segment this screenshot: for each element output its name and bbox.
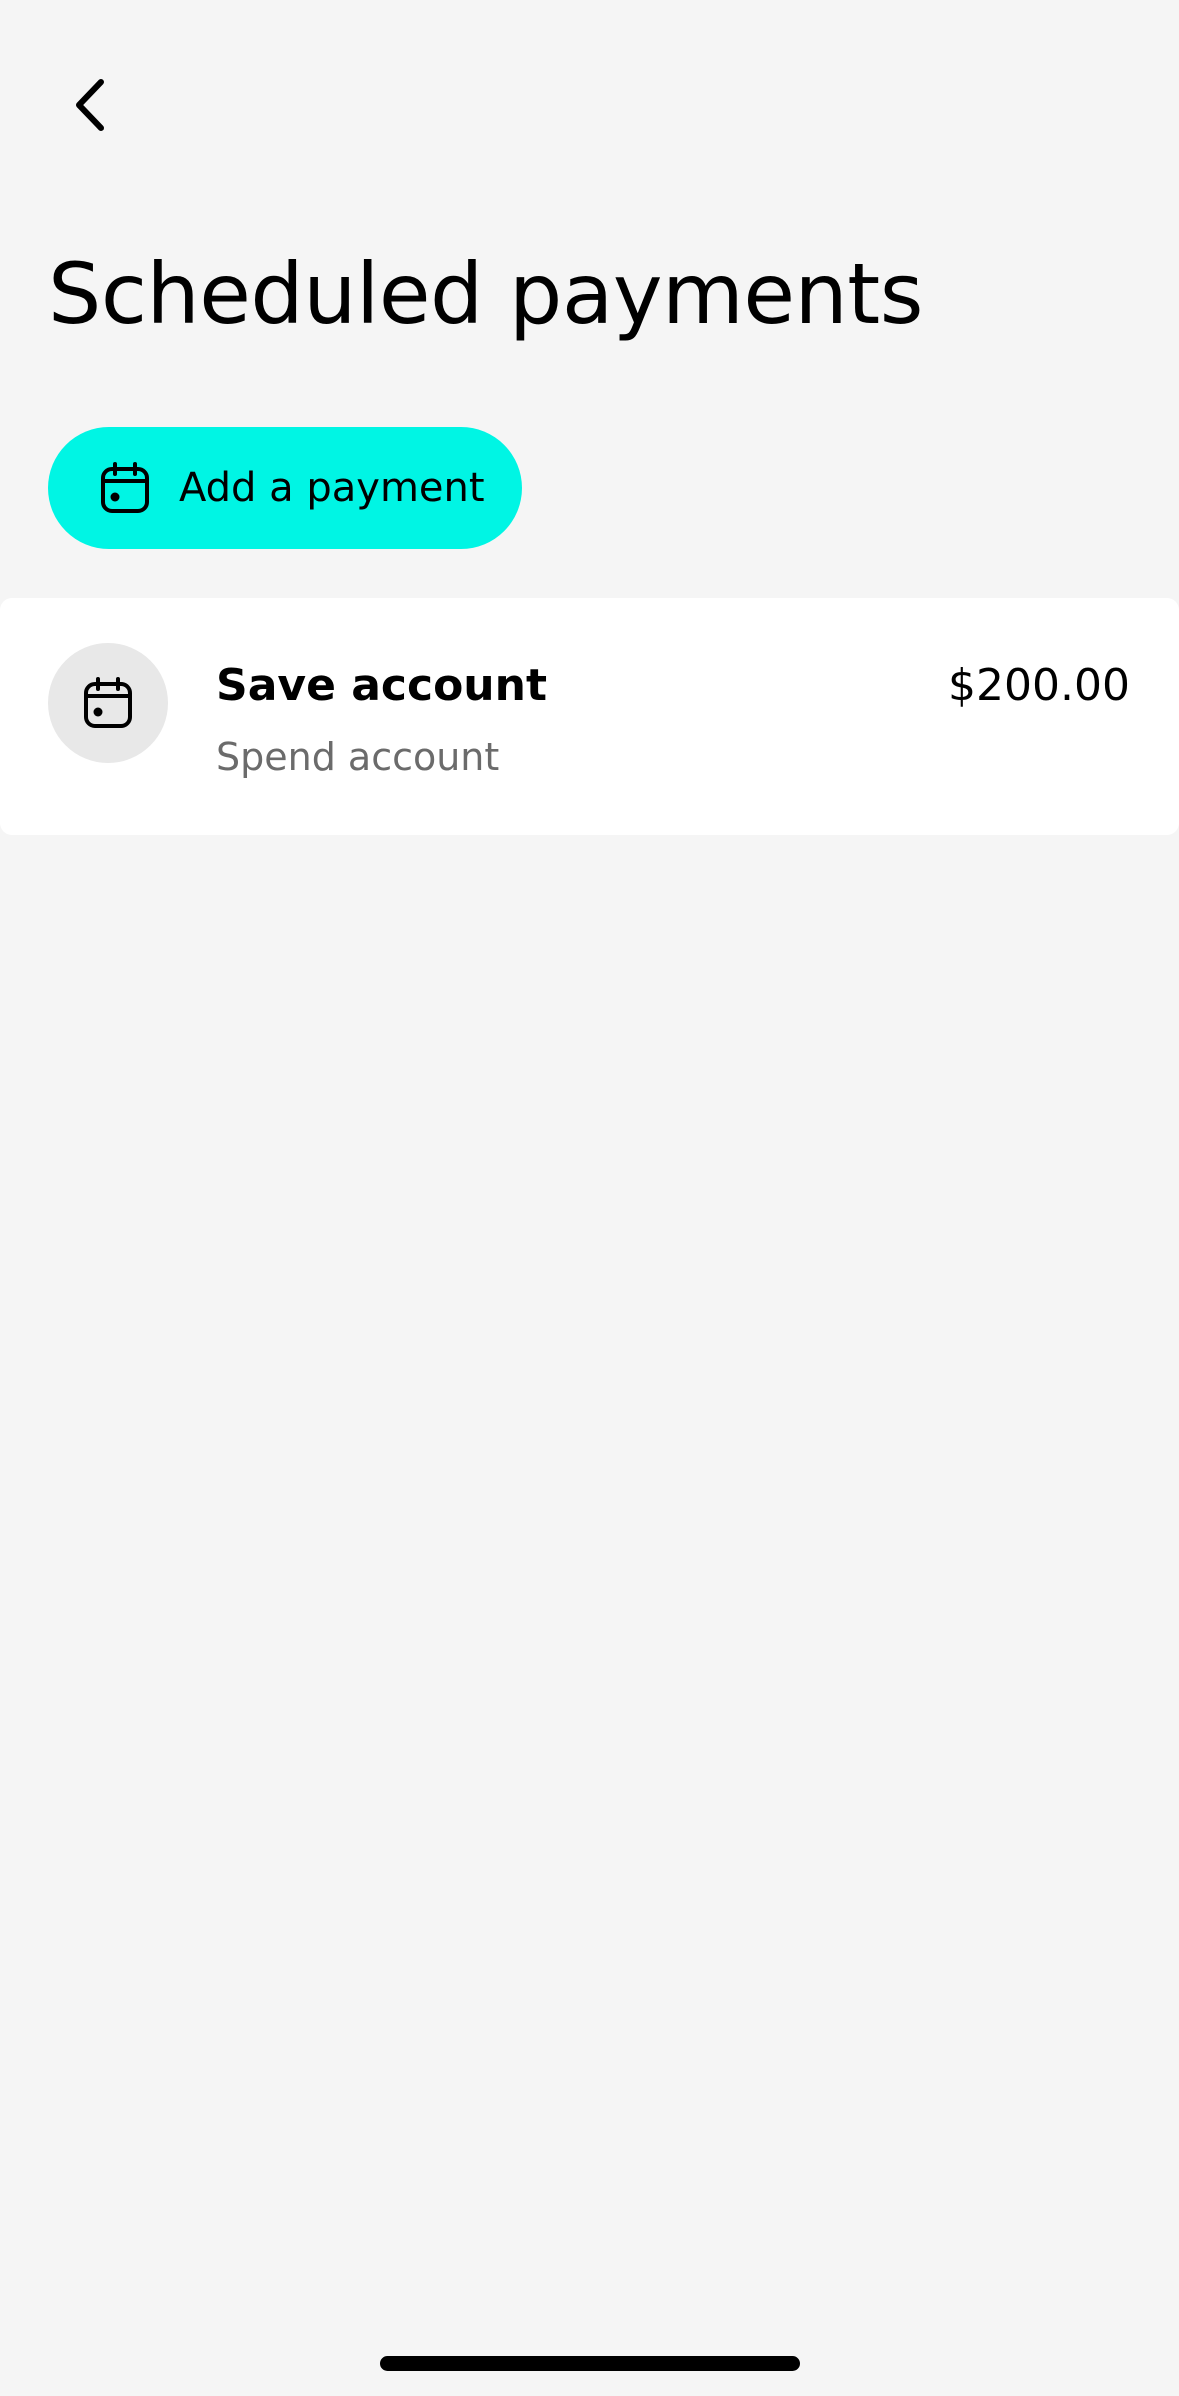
- chevron-left-icon: [76, 79, 104, 131]
- calendar-icon: [84, 677, 132, 728]
- payment-title: Save account: [216, 660, 547, 711]
- add-payment-button[interactable]: Add a payment: [48, 427, 522, 549]
- payment-amount: $200.00: [948, 660, 1130, 711]
- scheduled-payment-item[interactable]: Save account Spend account $200.00: [0, 598, 1179, 835]
- home-indicator[interactable]: [380, 2356, 800, 2371]
- page-title: Scheduled payments: [48, 245, 923, 343]
- back-button[interactable]: [54, 62, 128, 148]
- payment-avatar: [48, 643, 168, 763]
- calendar-icon: [101, 462, 149, 513]
- add-payment-label: Add a payment: [179, 465, 485, 511]
- payment-source-account: Spend account: [216, 735, 500, 779]
